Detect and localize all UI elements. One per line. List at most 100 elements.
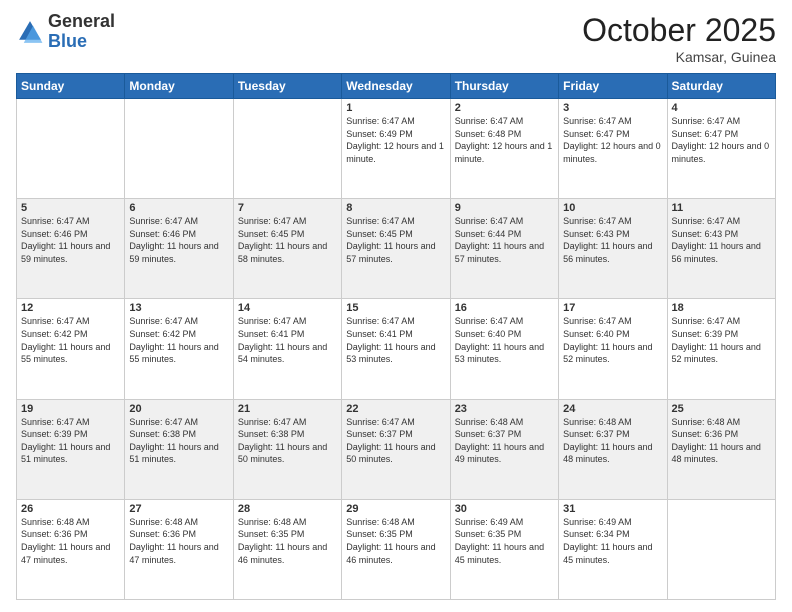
day-info: Sunrise: 6:47 AMSunset: 6:38 PMDaylight:…	[238, 416, 337, 466]
calendar-cell: 20Sunrise: 6:47 AMSunset: 6:38 PMDayligh…	[125, 399, 233, 499]
col-tuesday: Tuesday	[233, 74, 341, 99]
day-info: Sunrise: 6:47 AMSunset: 6:39 PMDaylight:…	[21, 416, 120, 466]
day-number: 10	[563, 202, 662, 214]
day-number: 19	[21, 403, 120, 415]
day-number: 13	[129, 302, 228, 314]
calendar-cell: 23Sunrise: 6:48 AMSunset: 6:37 PMDayligh…	[450, 399, 558, 499]
day-number: 11	[672, 202, 771, 214]
calendar-cell: 16Sunrise: 6:47 AMSunset: 6:40 PMDayligh…	[450, 299, 558, 399]
day-info: Sunrise: 6:47 AMSunset: 6:38 PMDaylight:…	[129, 416, 228, 466]
day-info: Sunrise: 6:48 AMSunset: 6:36 PMDaylight:…	[129, 516, 228, 566]
location: Kamsar, Guinea	[582, 49, 776, 65]
calendar-cell: 14Sunrise: 6:47 AMSunset: 6:41 PMDayligh…	[233, 299, 341, 399]
day-number: 15	[346, 302, 445, 314]
calendar-week-1: 1Sunrise: 6:47 AMSunset: 6:49 PMDaylight…	[17, 99, 776, 199]
day-info: Sunrise: 6:48 AMSunset: 6:37 PMDaylight:…	[563, 416, 662, 466]
day-number: 1	[346, 102, 445, 114]
logo-general: General	[48, 11, 115, 31]
header-row: Sunday Monday Tuesday Wednesday Thursday…	[17, 74, 776, 99]
calendar-cell: 26Sunrise: 6:48 AMSunset: 6:36 PMDayligh…	[17, 499, 125, 599]
day-number: 6	[129, 202, 228, 214]
day-info: Sunrise: 6:47 AMSunset: 6:45 PMDaylight:…	[238, 215, 337, 265]
calendar-week-4: 19Sunrise: 6:47 AMSunset: 6:39 PMDayligh…	[17, 399, 776, 499]
day-info: Sunrise: 6:48 AMSunset: 6:35 PMDaylight:…	[346, 516, 445, 566]
calendar-cell: 17Sunrise: 6:47 AMSunset: 6:40 PMDayligh…	[559, 299, 667, 399]
calendar-cell: 31Sunrise: 6:49 AMSunset: 6:34 PMDayligh…	[559, 499, 667, 599]
calendar-cell: 8Sunrise: 6:47 AMSunset: 6:45 PMDaylight…	[342, 199, 450, 299]
calendar-cell: 18Sunrise: 6:47 AMSunset: 6:39 PMDayligh…	[667, 299, 775, 399]
col-wednesday: Wednesday	[342, 74, 450, 99]
logo: General Blue	[16, 12, 115, 52]
calendar-cell: 28Sunrise: 6:48 AMSunset: 6:35 PMDayligh…	[233, 499, 341, 599]
calendar-week-3: 12Sunrise: 6:47 AMSunset: 6:42 PMDayligh…	[17, 299, 776, 399]
day-number: 7	[238, 202, 337, 214]
day-number: 29	[346, 503, 445, 515]
calendar-cell: 13Sunrise: 6:47 AMSunset: 6:42 PMDayligh…	[125, 299, 233, 399]
day-info: Sunrise: 6:49 AMSunset: 6:35 PMDaylight:…	[455, 516, 554, 566]
day-info: Sunrise: 6:47 AMSunset: 6:43 PMDaylight:…	[672, 215, 771, 265]
calendar-cell	[17, 99, 125, 199]
calendar-week-5: 26Sunrise: 6:48 AMSunset: 6:36 PMDayligh…	[17, 499, 776, 599]
day-info: Sunrise: 6:47 AMSunset: 6:46 PMDaylight:…	[129, 215, 228, 265]
day-info: Sunrise: 6:47 AMSunset: 6:39 PMDaylight:…	[672, 315, 771, 365]
col-saturday: Saturday	[667, 74, 775, 99]
calendar-cell: 7Sunrise: 6:47 AMSunset: 6:45 PMDaylight…	[233, 199, 341, 299]
day-number: 24	[563, 403, 662, 415]
day-number: 3	[563, 102, 662, 114]
day-info: Sunrise: 6:47 AMSunset: 6:37 PMDaylight:…	[346, 416, 445, 466]
day-number: 23	[455, 403, 554, 415]
day-number: 26	[21, 503, 120, 515]
col-thursday: Thursday	[450, 74, 558, 99]
calendar-cell: 11Sunrise: 6:47 AMSunset: 6:43 PMDayligh…	[667, 199, 775, 299]
day-number: 22	[346, 403, 445, 415]
logo-blue: Blue	[48, 31, 87, 51]
title-block: October 2025 Kamsar, Guinea	[582, 12, 776, 65]
calendar-cell: 19Sunrise: 6:47 AMSunset: 6:39 PMDayligh…	[17, 399, 125, 499]
calendar-cell: 1Sunrise: 6:47 AMSunset: 6:49 PMDaylight…	[342, 99, 450, 199]
day-info: Sunrise: 6:47 AMSunset: 6:42 PMDaylight:…	[21, 315, 120, 365]
calendar-cell: 6Sunrise: 6:47 AMSunset: 6:46 PMDaylight…	[125, 199, 233, 299]
day-info: Sunrise: 6:48 AMSunset: 6:37 PMDaylight:…	[455, 416, 554, 466]
day-number: 2	[455, 102, 554, 114]
month-title: October 2025	[582, 12, 776, 49]
calendar-cell: 3Sunrise: 6:47 AMSunset: 6:47 PMDaylight…	[559, 99, 667, 199]
day-number: 28	[238, 503, 337, 515]
calendar-cell: 4Sunrise: 6:47 AMSunset: 6:47 PMDaylight…	[667, 99, 775, 199]
calendar-cell: 30Sunrise: 6:49 AMSunset: 6:35 PMDayligh…	[450, 499, 558, 599]
logo-icon	[16, 18, 44, 46]
day-number: 4	[672, 102, 771, 114]
day-number: 30	[455, 503, 554, 515]
day-number: 21	[238, 403, 337, 415]
day-info: Sunrise: 6:48 AMSunset: 6:35 PMDaylight:…	[238, 516, 337, 566]
calendar-cell	[667, 499, 775, 599]
day-info: Sunrise: 6:47 AMSunset: 6:47 PMDaylight:…	[563, 115, 662, 165]
day-info: Sunrise: 6:47 AMSunset: 6:43 PMDaylight:…	[563, 215, 662, 265]
day-info: Sunrise: 6:47 AMSunset: 6:45 PMDaylight:…	[346, 215, 445, 265]
calendar-table: Sunday Monday Tuesday Wednesday Thursday…	[16, 73, 776, 600]
col-monday: Monday	[125, 74, 233, 99]
calendar-cell: 25Sunrise: 6:48 AMSunset: 6:36 PMDayligh…	[667, 399, 775, 499]
day-info: Sunrise: 6:48 AMSunset: 6:36 PMDaylight:…	[21, 516, 120, 566]
day-info: Sunrise: 6:47 AMSunset: 6:41 PMDaylight:…	[346, 315, 445, 365]
day-number: 12	[21, 302, 120, 314]
day-info: Sunrise: 6:47 AMSunset: 6:47 PMDaylight:…	[672, 115, 771, 165]
calendar-cell: 2Sunrise: 6:47 AMSunset: 6:48 PMDaylight…	[450, 99, 558, 199]
day-info: Sunrise: 6:47 AMSunset: 6:48 PMDaylight:…	[455, 115, 554, 165]
day-number: 5	[21, 202, 120, 214]
day-info: Sunrise: 6:47 AMSunset: 6:49 PMDaylight:…	[346, 115, 445, 165]
day-info: Sunrise: 6:47 AMSunset: 6:40 PMDaylight:…	[455, 315, 554, 365]
page: General Blue October 2025 Kamsar, Guinea…	[0, 0, 792, 612]
day-number: 18	[672, 302, 771, 314]
day-info: Sunrise: 6:48 AMSunset: 6:36 PMDaylight:…	[672, 416, 771, 466]
calendar-week-2: 5 Sunrise: 6:47 AMSunset: 6:46 PMDaylight…	[17, 199, 776, 299]
day-info: Sunrise: 6:47 AMSunset: 6:41 PMDaylight:…	[238, 315, 337, 365]
day-number: 27	[129, 503, 228, 515]
day-info: Sunrise: 6:47 AMSunset: 6:42 PMDaylight:…	[129, 315, 228, 365]
calendar-cell: 29Sunrise: 6:48 AMSunset: 6:35 PMDayligh…	[342, 499, 450, 599]
day-number: 31	[563, 503, 662, 515]
calendar-cell: 15Sunrise: 6:47 AMSunset: 6:41 PMDayligh…	[342, 299, 450, 399]
header: General Blue October 2025 Kamsar, Guinea	[16, 12, 776, 65]
day-number: 14	[238, 302, 337, 314]
day-number: 25	[672, 403, 771, 415]
calendar-cell	[125, 99, 233, 199]
